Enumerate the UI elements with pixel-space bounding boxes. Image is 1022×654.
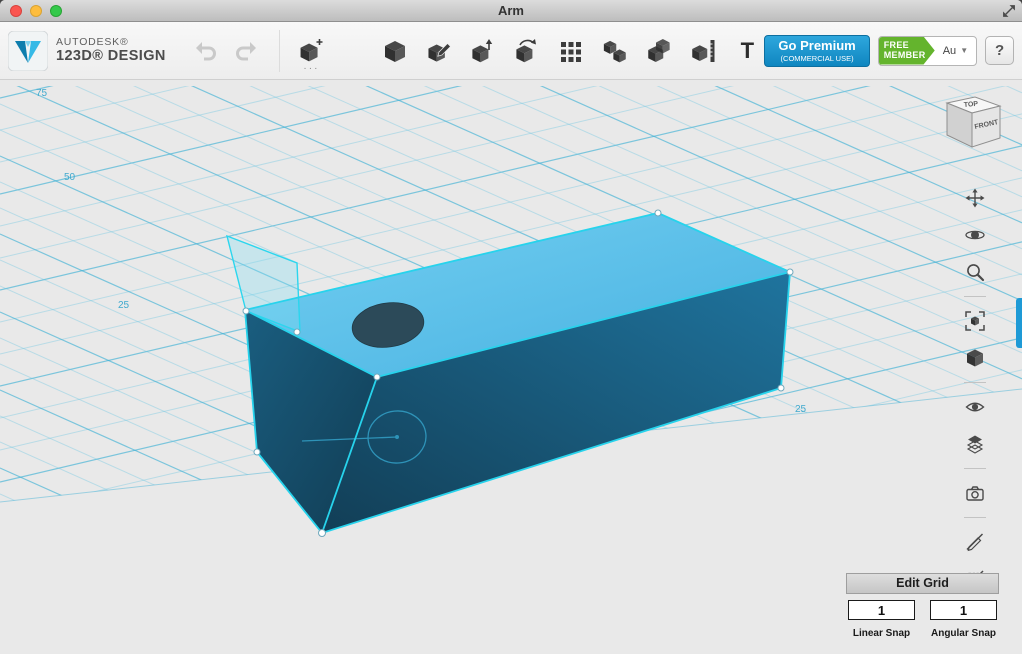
account-menu[interactable]: FREE MEMBER Au ▼ [877,35,978,66]
camera-icon[interactable] [962,480,988,506]
sketch-plane[interactable] [225,234,301,334]
text-tool-icon[interactable]: T [730,34,764,68]
brand-123d-design: 123D® DESIGN [56,48,166,65]
undo-icon[interactable] [192,37,220,65]
edit-grid-button[interactable]: Edit Grid [846,573,999,594]
linear-snap-label: Linear Snap [852,628,911,639]
angular-snap-label: Angular Snap [930,628,996,639]
svg-text:TOP: TOP [964,101,979,109]
close-button[interactable] [10,4,22,17]
side-toolbar-divider [964,468,986,469]
edge-scroll-handle[interactable] [1016,298,1022,348]
viewport-3d[interactable]: TOP FRONT 75 50 25 25 Edit Grid 1 1 Line… [0,80,1022,654]
angular-snap-input[interactable] [930,600,997,620]
help-button[interactable]: ? [985,36,1014,65]
grid-label-25-right: 25 [795,404,807,415]
construct-tool-icon[interactable] [466,34,500,68]
primitives-tool-icon[interactable] [378,34,412,68]
scene-canvas[interactable]: TOP FRONT [0,80,1022,654]
main-toolbar: AUTODESK® 123D® DESIGN ··· T Go Premium … [0,22,1022,80]
tool-group: ··· T [294,34,764,73]
zoom-icon[interactable] [962,259,988,285]
sketch-tool-icon[interactable] [422,34,456,68]
grid-label-25-left: 25 [118,300,130,311]
window-controls [10,4,62,17]
brand-text: AUTODESK® 123D® DESIGN [56,36,166,65]
window-title: Arm [497,3,524,18]
zoom-fit-icon[interactable] [962,308,988,334]
materials-icon[interactable] [962,431,988,457]
side-toolbar-divider [964,382,986,383]
redo-icon[interactable] [232,37,260,65]
grid-label-50: 50 [64,172,76,183]
account-name: Au [942,44,957,57]
navigation-toolbar [962,185,988,592]
measure-tool-icon[interactable] [686,34,720,68]
toolbar-divider [279,29,281,72]
visibility-eye-icon[interactable] [962,394,988,420]
resize-icon[interactable] [1002,4,1016,18]
linear-snap-input[interactable] [848,600,915,620]
app-window: Arm AUTODESK® 123D® DESIGN ··· T Go Prem… [0,0,1022,654]
grid-label-75: 75 [36,88,48,99]
modify-tool-icon[interactable] [510,34,544,68]
transform-tool-icon[interactable]: ··· [294,34,328,73]
titlebar[interactable]: Arm [0,0,1022,22]
view-cube[interactable]: TOP FRONT [945,96,1002,148]
side-toolbar-divider [964,296,986,297]
brand-autodesk: AUTODESK® [56,36,129,49]
orbit-icon[interactable] [962,222,988,248]
side-toolbar-divider [964,517,986,518]
maximize-button[interactable] [50,4,62,17]
grouping-tool-icon[interactable] [598,34,632,68]
pan-icon[interactable] [962,185,988,211]
shading-mode-icon[interactable] [962,345,988,371]
go-premium-button[interactable]: Go Premium (COMMERCIAL USE) [764,34,870,67]
free-member-badge: FREE MEMBER [878,36,935,65]
chevron-down-icon: ▼ [960,46,969,55]
tool-dropdown-dots: ··· [303,62,320,74]
minimize-button[interactable] [30,4,42,17]
app-logo-icon [8,30,48,71]
hide-sketches-icon[interactable] [962,529,988,555]
combine-tool-icon[interactable] [642,34,676,68]
pattern-tool-icon[interactable] [554,34,588,68]
